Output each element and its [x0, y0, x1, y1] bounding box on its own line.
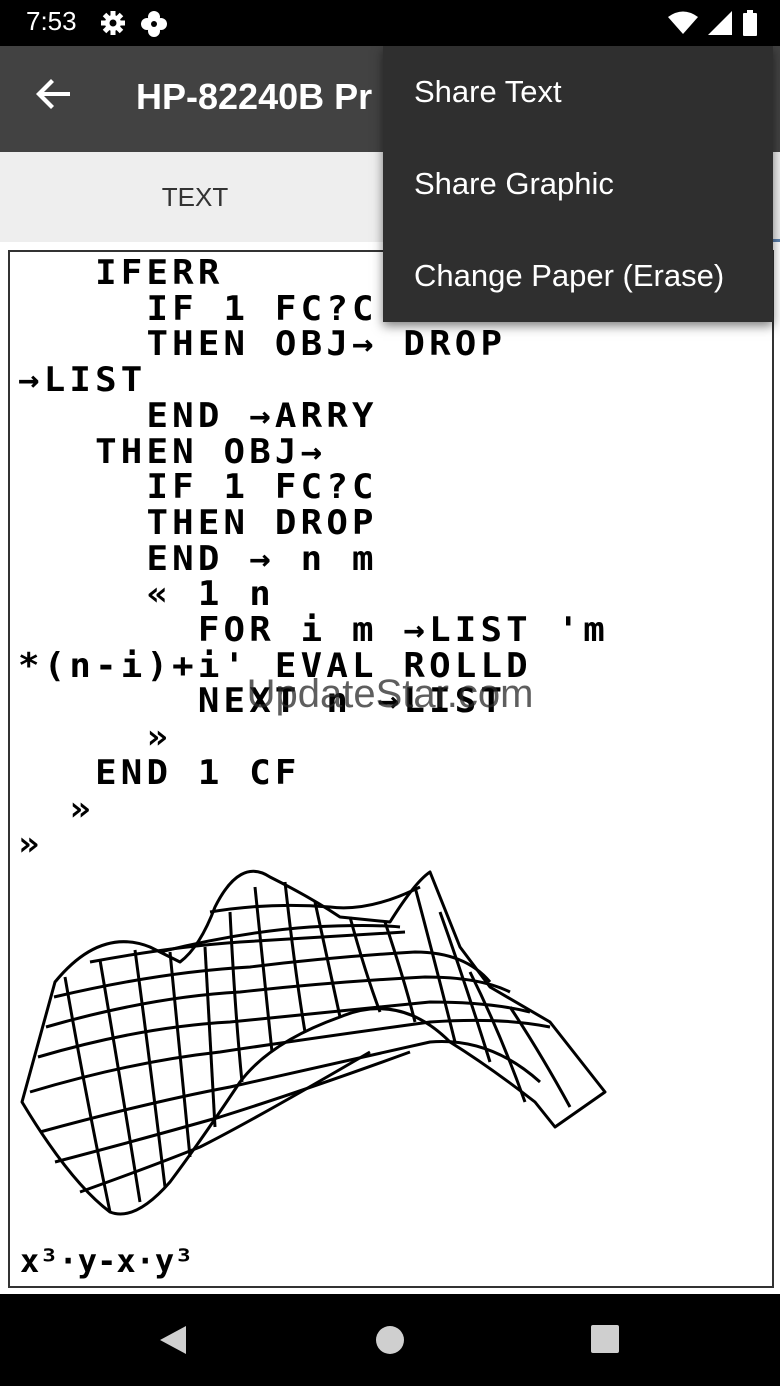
back-arrow-icon[interactable] [30, 72, 76, 118]
app-title: HP-82240B Pr [136, 76, 373, 117]
status-time: 7:53 [26, 6, 77, 36]
plot-formula: x³·y-x·y³ [20, 1242, 193, 1280]
battery-icon [742, 10, 758, 40]
flower-icon [140, 10, 168, 42]
menu-item-share-text[interactable]: Share Text [383, 46, 773, 138]
home-circle-icon[interactable] [374, 1324, 406, 1360]
tab-text[interactable]: TEXT [0, 152, 390, 242]
surface-plot-graphic: x³·y-x·y³ [20, 869, 607, 1280]
status-bar: 7:53 [0, 0, 780, 46]
menu-item-change-paper[interactable]: Change Paper (Erase) [383, 230, 773, 322]
recents-square-icon[interactable] [590, 1324, 620, 1358]
nav-bar [0, 1294, 780, 1386]
overflow-menu: Share Text Share Graphic Change Paper (E… [383, 46, 773, 322]
menu-item-share-graphic[interactable]: Share Graphic [383, 138, 773, 230]
wifi-icon [668, 11, 698, 39]
back-triangle-icon[interactable] [158, 1324, 188, 1360]
gear-icon [100, 10, 126, 40]
printout-text: IFERR IF 1 FC?C THEN OBJ→ DROP →LIST END… [18, 253, 609, 865]
signal-icon [708, 11, 732, 39]
printer-paper[interactable]: IFERR IF 1 FC?C THEN OBJ→ DROP →LIST END… [8, 250, 774, 1288]
